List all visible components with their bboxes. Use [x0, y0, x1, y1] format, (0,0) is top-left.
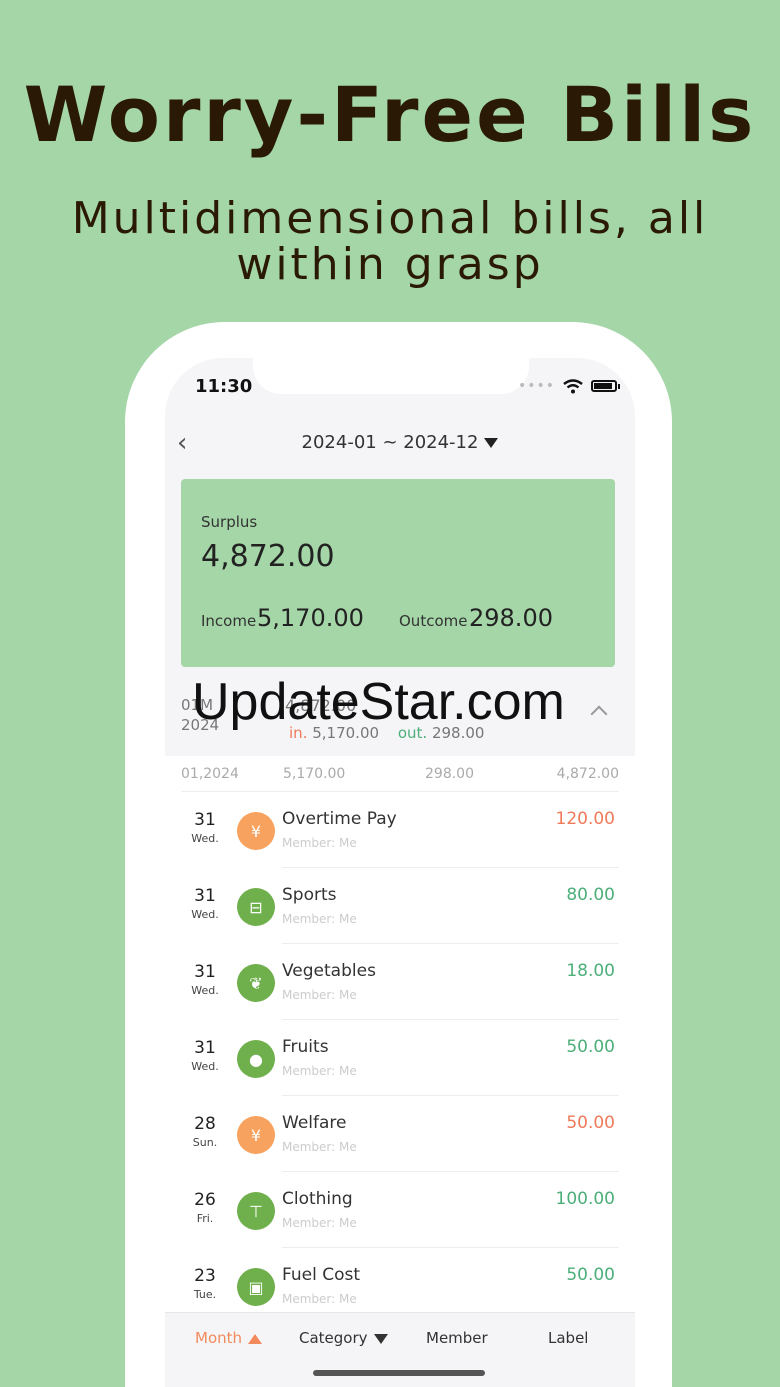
transaction-row[interactable]: 31 Wed. ❦ Vegetables Member: Me 18.00 — [165, 944, 635, 1020]
transaction-row[interactable]: 31 Wed. ● Fruits Member: Me 50.00 — [165, 1020, 635, 1096]
apple-icon: ● — [237, 1040, 275, 1078]
leaf-icon: ❦ — [237, 964, 275, 1002]
row-amount: 50.00 — [566, 1113, 615, 1133]
row-day: 31 — [194, 1038, 216, 1058]
watermark: UpdateStar.com — [192, 673, 565, 731]
promo-headline: Worry-Free Bills — [23, 70, 757, 159]
row-weekday: Wed. — [191, 984, 219, 997]
surplus-label: Surplus — [201, 513, 258, 531]
row-category: Overtime Pay — [282, 809, 397, 829]
row-day: 23 — [194, 1266, 216, 1286]
caret-down-icon — [484, 438, 499, 448]
row-weekday: Tue. — [193, 1288, 217, 1301]
row-category: Sports — [282, 885, 337, 905]
tab-category-label: Category — [299, 1329, 368, 1347]
caret-down-icon — [373, 1333, 388, 1344]
row-member: Member: Me — [282, 912, 357, 926]
row-amount: 120.00 — [555, 809, 615, 829]
surplus-value: 4,872.00 — [201, 539, 335, 574]
outcome-value: 298.00 — [469, 604, 553, 632]
date-range-label: 2024-01 ~ 2024-12 — [301, 432, 479, 453]
row-weekday: Wed. — [191, 1060, 219, 1073]
caret-up-icon — [248, 1333, 263, 1344]
date-range-selector[interactable]: 2024-01 ~ 2024-12 — [165, 432, 635, 453]
summary-card: Surplus 4,872.00 Income 5,170.00 Outcome… — [181, 479, 615, 667]
money-bag-icon: ¥ — [237, 812, 275, 850]
status-icons: •••• — [517, 378, 620, 394]
tab-category[interactable]: Category — [299, 1329, 388, 1347]
wifi-icon — [563, 378, 583, 393]
income-label: Income — [201, 612, 257, 630]
row-day: 31 — [194, 810, 216, 830]
header-income: 5,170.00 — [283, 765, 346, 782]
row-day: 28 — [194, 1114, 216, 1134]
row-amount: 50.00 — [566, 1037, 615, 1057]
signal-dots-icon: •••• — [517, 378, 555, 394]
tab-member[interactable]: Member — [426, 1329, 488, 1347]
row-category: Welfare — [282, 1113, 347, 1133]
row-member: Member: Me — [282, 1216, 357, 1230]
shirt-icon: ⊤ — [237, 1192, 275, 1230]
tab-label[interactable]: Label — [548, 1329, 588, 1347]
status-time: 11:30 — [195, 376, 253, 397]
row-member: Member: Me — [282, 1064, 357, 1078]
transaction-row[interactable]: 28 Sun. ¥ Welfare Member: Me 50.00 — [165, 1096, 635, 1172]
row-day: 31 — [194, 886, 216, 906]
row-weekday: Sun. — [192, 1136, 218, 1149]
row-amount: 18.00 — [566, 961, 615, 981]
list-summary-header: 01,2024 5,170.00 298.00 4,872.00 — [181, 756, 619, 792]
row-category: Fuel Cost — [282, 1265, 361, 1285]
tab-month-label: Month — [195, 1329, 243, 1347]
phone-notch — [253, 358, 529, 394]
home-indicator — [313, 1370, 485, 1376]
income-value: 5,170.00 — [257, 604, 364, 632]
row-weekday: Fri. — [196, 1212, 214, 1225]
row-weekday: Wed. — [191, 832, 219, 845]
dumbbell-icon: ⊟ — [237, 888, 275, 926]
row-member: Member: Me — [282, 1140, 357, 1154]
outcome-label: Outcome — [399, 612, 468, 630]
transaction-row[interactable]: 26 Fri. ⊤ Clothing Member: Me 100.00 — [165, 1172, 635, 1248]
row-amount: 50.00 — [566, 1265, 615, 1285]
row-category: Vegetables — [282, 961, 376, 981]
row-day: 31 — [194, 962, 216, 982]
row-member: Member: Me — [282, 836, 357, 850]
row-member: Member: Me — [282, 1292, 357, 1306]
row-category: Fruits — [282, 1037, 329, 1057]
row-member: Member: Me — [282, 988, 357, 1002]
header-surplus: 4,872.00 — [556, 765, 619, 782]
header-outcome: 298.00 — [425, 765, 474, 782]
row-day: 26 — [194, 1190, 216, 1210]
header-date: 01,2024 — [181, 765, 239, 782]
transaction-list: 01,2024 5,170.00 298.00 4,872.00 31 Wed. ¥… — [165, 756, 635, 1324]
chevron-up-icon[interactable] — [590, 705, 608, 723]
row-weekday: Wed. — [191, 908, 219, 921]
tab-month[interactable]: Month — [195, 1329, 263, 1347]
battery-icon — [591, 380, 620, 392]
promo-subline: Multidimensional bills, all within grasp — [71, 193, 709, 290]
row-amount: 80.00 — [566, 885, 615, 905]
app-screen: 11:30 •••• ‹ 2024-01 ~ 2024-12 Surplus 4… — [165, 358, 635, 1387]
row-category: Clothing — [282, 1189, 353, 1209]
row-amount: 100.00 — [555, 1189, 615, 1209]
transaction-row[interactable]: 31 Wed. ⊟ Sports Member: Me 80.00 — [165, 868, 635, 944]
fuel-pump-icon: ▣ — [237, 1268, 275, 1306]
transaction-row[interactable]: 31 Wed. ¥ Overtime Pay Member: Me 120.00 — [165, 792, 635, 868]
money-bag-icon: ¥ — [237, 1116, 275, 1154]
